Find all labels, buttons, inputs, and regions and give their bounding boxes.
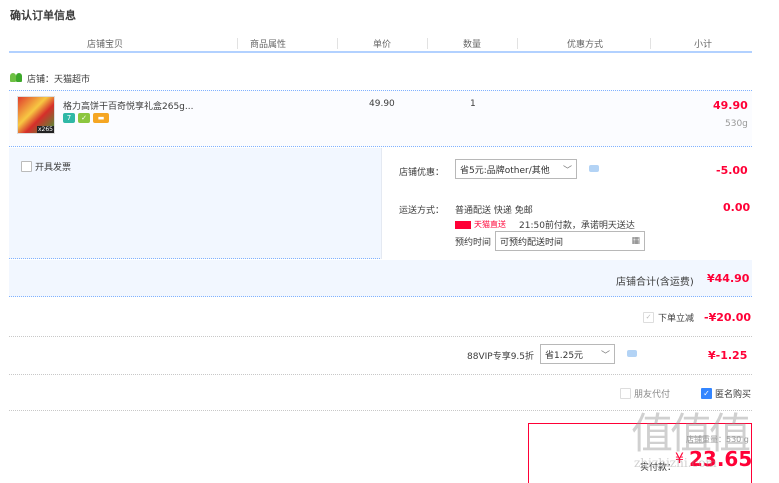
- chat-icon[interactable]: [627, 350, 637, 357]
- shop-link[interactable]: 店铺：天猫超市: [27, 72, 90, 85]
- divider: [9, 336, 752, 337]
- invoice-option[interactable]: 开具发票: [21, 160, 71, 173]
- watermark-logo: 值值值: [631, 409, 751, 458]
- item-weight: 530g: [725, 119, 748, 129]
- calendar-icon[interactable]: ▦: [631, 236, 640, 246]
- item-thumbnail[interactable]: x265: [17, 96, 55, 134]
- divider: [9, 374, 752, 375]
- column-header-attributes: 商品属性: [250, 40, 287, 50]
- instant-discount-amount: -¥20.00: [704, 311, 752, 324]
- column-header-discount: 优惠方式: [567, 40, 604, 50]
- card-payment-icon: ▬: [93, 113, 109, 123]
- page-title: 确认订单信息: [10, 9, 76, 22]
- invoice-label: 开具发票: [35, 163, 72, 173]
- instant-discount-checkbox: ✓: [643, 312, 654, 323]
- anonymous-checkbox[interactable]: ✓: [701, 388, 712, 399]
- vip-discount-label: 88VIP专享9.5折: [467, 352, 535, 362]
- column-divider: [427, 38, 428, 49]
- delivery-label: 运送方式：: [399, 206, 445, 216]
- chat-icon[interactable]: [589, 165, 599, 172]
- anonymous-option[interactable]: ✓ 匿名购买: [701, 387, 751, 400]
- schedule-placeholder: 可预约配送时间: [500, 237, 564, 248]
- shop-discount-select[interactable]: 省5元:品牌other/其他 ﹀: [455, 159, 577, 179]
- chevron-down-icon: ﹀: [600, 350, 610, 361]
- vip-discount-amount: ¥-1.25: [708, 349, 748, 362]
- item-service-badges: 7 ✓ ▬: [63, 113, 113, 125]
- friend-pay-option[interactable]: 朋友代付: [620, 387, 670, 400]
- shop-icon: [10, 73, 23, 83]
- instant-discount-option: ✓ 下单立减: [643, 311, 694, 324]
- delivery-promise: 21:50前付款，承诺明天送达: [519, 221, 635, 231]
- shop-line: 店铺：天猫超市: [10, 71, 90, 85]
- chevron-down-icon: ﹀: [562, 165, 572, 176]
- vip-discount-select[interactable]: 省1.25元 ﹀: [540, 344, 615, 364]
- item-unit-price: 49.90: [369, 99, 395, 109]
- thumb-tag: x265: [36, 126, 54, 133]
- item-name[interactable]: 格力高饼干百奇悦享礼盒265g...: [63, 99, 193, 112]
- vip-discount-value: 省1.25元: [545, 350, 584, 361]
- shop-total-label: 店铺合计(含运费): [616, 277, 694, 288]
- order-table-header: 店铺宝贝 商品属性 单价 数量 优惠方式 小计: [9, 35, 752, 53]
- watermark-url: zhizhizhi.com: [634, 456, 717, 470]
- item-subtotal: 49.90: [713, 99, 748, 112]
- instant-discount-label: 下单立减: [658, 314, 695, 324]
- shop-total-amount: ¥44.90: [707, 272, 750, 285]
- anonymous-label: 匿名购买: [715, 390, 752, 400]
- seven-day-return-icon: 7: [63, 113, 75, 123]
- delivery-method: 普通配送 快递 免邮: [455, 206, 533, 216]
- shop-discount-label: 店铺优惠：: [399, 168, 445, 178]
- tmall-direct-icon: [455, 220, 471, 229]
- column-header-price: 单价: [373, 40, 392, 50]
- column-divider: [237, 38, 238, 49]
- friend-pay-label: 朋友代付: [634, 390, 671, 400]
- column-header-quantity: 数量: [463, 40, 482, 50]
- schedule-label: 预约时间: [455, 238, 492, 248]
- column-header-subtotal: 小计: [694, 40, 713, 50]
- invoice-checkbox[interactable]: [21, 161, 32, 172]
- shop-discount-amount: -5.00: [716, 164, 748, 177]
- guarantee-icon: ✓: [78, 113, 90, 123]
- item-quantity: 1: [470, 99, 476, 109]
- column-divider: [517, 38, 518, 49]
- schedule-time-input[interactable]: 可预约配送时间 ▦: [495, 231, 645, 251]
- column-header-item: 店铺宝贝: [87, 40, 124, 50]
- delivery-fee: 0.00: [723, 201, 751, 214]
- tmall-direct-tag: 天猫直送: [474, 220, 506, 229]
- friend-pay-checkbox[interactable]: [620, 388, 631, 399]
- shop-discount-value: 省5元:品牌other/其他: [460, 165, 550, 176]
- delivery-promise-line: 天猫直送 21:50前付款，承诺明天送达: [455, 218, 635, 231]
- column-divider: [337, 38, 338, 49]
- column-divider: [650, 38, 651, 49]
